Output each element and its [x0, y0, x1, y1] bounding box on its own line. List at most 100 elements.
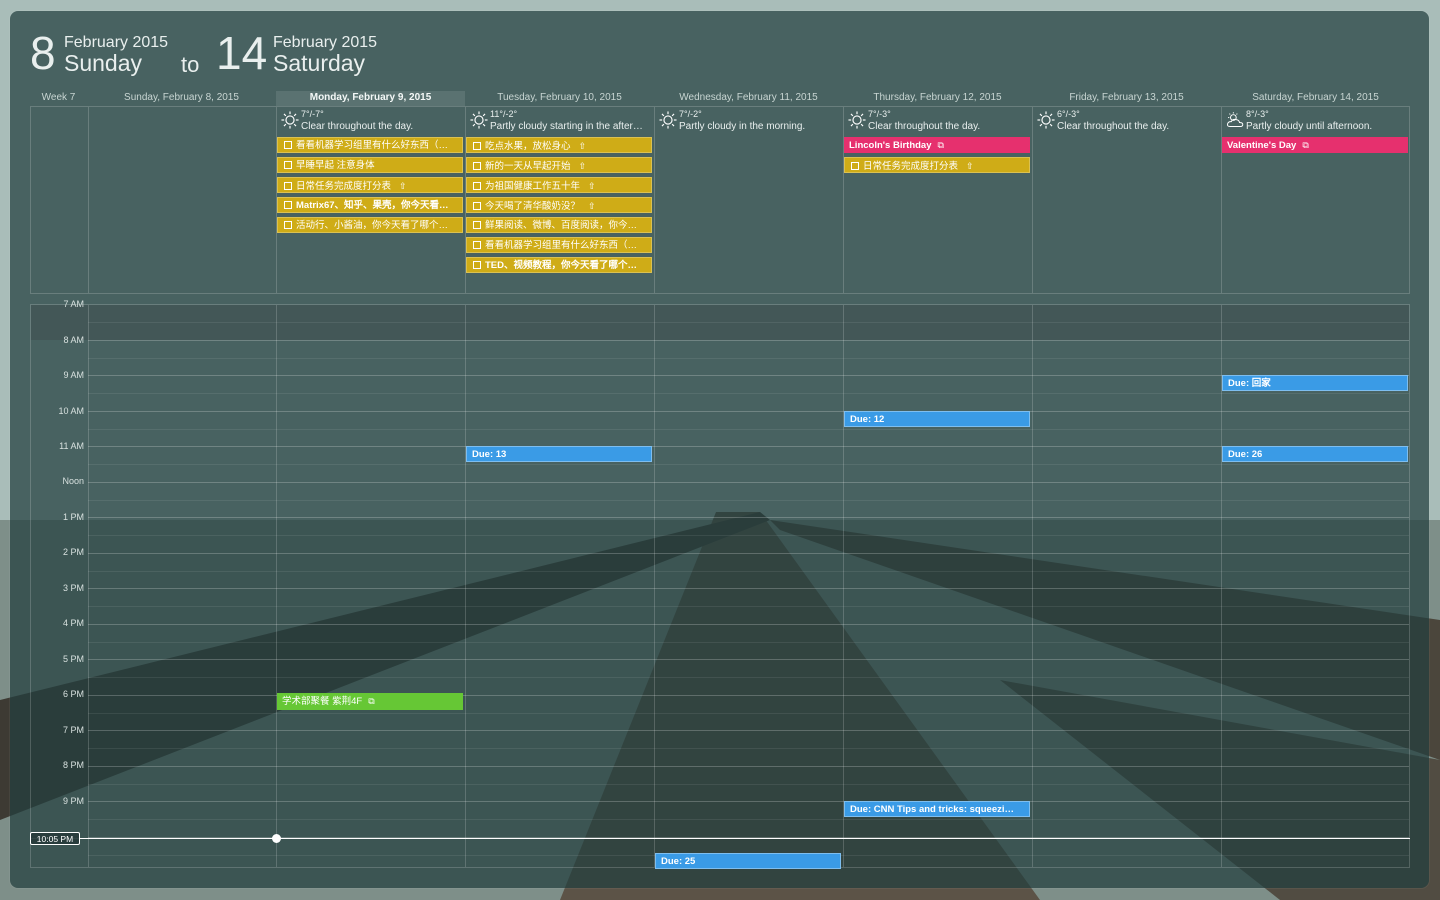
time-label: Noon — [62, 476, 84, 486]
partly-cloudy-icon — [1226, 112, 1244, 128]
task-item[interactable]: TED、视频教程，你今天看了哪个… — [466, 257, 652, 273]
start-day-number: 8 — [30, 27, 56, 79]
time-label: 7 PM — [62, 725, 84, 735]
recurring-icon: ⇧ — [588, 181, 596, 191]
checkbox-icon[interactable] — [473, 241, 481, 249]
day-header-thursday[interactable]: Thursday, February 12, 2015 — [843, 91, 1032, 106]
copy-icon: ⧉ — [1302, 140, 1309, 150]
copy-icon: ⧉ — [937, 140, 944, 150]
time-label: 4 PM — [62, 618, 84, 628]
copy-icon: ⧉ — [368, 696, 375, 706]
due-event[interactable]: Due: 12 — [844, 411, 1030, 427]
weather-wednesday: 7°/-2° Partly cloudy in the morning. — [655, 108, 841, 134]
checkbox-icon[interactable] — [473, 221, 481, 229]
weather-thursday: 7°/-3° Clear throughout the day. — [844, 108, 1030, 134]
checkbox-icon[interactable] — [851, 162, 859, 170]
weather-temp: 7°/-7° — [301, 109, 324, 119]
checkbox-icon[interactable] — [284, 221, 292, 229]
task-item[interactable]: Matrix67、知乎、果壳，你今天看… — [277, 197, 463, 213]
checkbox-icon[interactable] — [473, 142, 481, 150]
task-item[interactable]: 鲜果阅读、微博、百度阅读，你今… — [466, 217, 652, 233]
recurring-icon: ⇧ — [588, 201, 596, 211]
due-event[interactable]: Due: 26 — [1222, 446, 1408, 462]
current-time-dot — [272, 834, 281, 843]
task-item[interactable]: 新的一天从早起开始 ⇧ — [466, 157, 652, 173]
checkbox-icon[interactable] — [284, 141, 292, 149]
task-item[interactable]: 看看机器学习组里有什么好东西（… — [466, 237, 652, 253]
event-valentines-day[interactable]: Valentine's Day ⧉ — [1222, 137, 1408, 153]
due-event[interactable]: Due: 回家 — [1222, 375, 1408, 391]
time-label: 3 PM — [62, 583, 84, 593]
event-dinner[interactable]: 学术部聚餐 紫荆4F ⧉ — [277, 693, 463, 710]
weather-desc: Partly cloudy until afternoon. — [1246, 121, 1373, 132]
time-label: 9 PM — [62, 796, 84, 806]
day-header-saturday[interactable]: Saturday, February 14, 2015 — [1221, 91, 1410, 106]
time-label: 5 PM — [62, 654, 84, 664]
task-item[interactable]: 看看机器学习组里有什么好东西（… — [277, 137, 463, 153]
checkbox-icon[interactable] — [284, 201, 292, 209]
weather-desc: Partly cloudy in the morning. — [679, 121, 806, 132]
current-time-line — [30, 838, 1410, 839]
weather-desc: Clear throughout the day. — [1057, 121, 1170, 132]
checkbox-icon[interactable] — [473, 182, 481, 190]
task-item[interactable]: 日常任务完成度打分表 ⇧ — [844, 157, 1030, 173]
time-label: 8 PM — [62, 760, 84, 770]
range-to-label: to — [181, 52, 200, 77]
checkbox-icon[interactable] — [284, 182, 292, 190]
task-item[interactable]: 活动行、小酱油，你今天看了哪个… — [277, 217, 463, 233]
day-header-wednesday[interactable]: Wednesday, February 11, 2015 — [654, 91, 843, 106]
weather-saturday: 8°/-3° Partly cloudy until afternoon. — [1222, 108, 1408, 134]
start-weekday: Sunday — [64, 50, 143, 76]
time-label: 7 AM — [63, 299, 84, 309]
sun-icon — [848, 111, 866, 129]
weather-tuesday: 11°/-2° Partly cloudy starting in the af… — [466, 108, 652, 134]
time-label: 10 AM — [58, 406, 84, 416]
recurring-icon: ⇧ — [578, 161, 587, 171]
time-label: 6 PM — [62, 689, 84, 699]
task-item[interactable]: 吃点水果，放松身心 ⇧ — [466, 137, 652, 153]
weather-desc: Partly cloudy starting in the after… — [490, 121, 643, 132]
recurring-icon: ⇧ — [578, 141, 587, 151]
sun-icon — [281, 111, 299, 129]
checkbox-icon[interactable] — [473, 261, 481, 269]
day-header-monday[interactable]: Monday, February 9, 2015 — [276, 91, 465, 106]
checkbox-icon[interactable] — [473, 202, 481, 210]
task-item[interactable]: 日常任务完成度打分表 ⇧ — [277, 177, 463, 193]
weather-temp: 7°/-2° — [679, 109, 702, 119]
weather-temp: 8°/-3° — [1246, 109, 1269, 119]
time-label: 1 PM — [62, 512, 84, 522]
day-header-tuesday[interactable]: Tuesday, February 10, 2015 — [465, 91, 654, 106]
end-weekday: Saturday — [273, 50, 366, 76]
recurring-icon: ⇧ — [399, 181, 407, 191]
recurring-icon: ⇧ — [966, 161, 974, 171]
task-item[interactable]: 早睡早起 注意身体 — [277, 157, 463, 173]
due-event[interactable]: Due: 25 — [655, 853, 841, 869]
day-header-friday[interactable]: Friday, February 13, 2015 — [1032, 91, 1221, 106]
weather-temp: 7°/-3° — [868, 109, 891, 119]
sun-icon — [470, 111, 488, 129]
weather-friday: 6°/-3° Clear throughout the day. — [1033, 108, 1219, 134]
checkbox-icon[interactable] — [473, 162, 481, 170]
end-day-number: 14 — [216, 27, 268, 79]
task-item[interactable]: 为祖国健康工作五十年 ⇧ — [466, 177, 652, 193]
all-day-section[interactable] — [30, 106, 1410, 294]
time-grid[interactable] — [30, 304, 1410, 868]
event-lincolns-birthday[interactable]: Lincoln's Birthday ⧉ — [844, 137, 1030, 153]
time-label: 2 PM — [62, 547, 84, 557]
time-label: 11 AM — [59, 441, 84, 451]
week-number-label: Week 7 — [41, 92, 76, 103]
weather-temp: 6°/-3° — [1057, 109, 1080, 119]
week-range-header: 8 February 2015 Sunday 14 February 2015 … — [30, 30, 390, 80]
sun-icon — [1037, 111, 1055, 129]
weather-desc: Clear throughout the day. — [301, 121, 414, 132]
day-header-sunday[interactable]: Sunday, February 8, 2015 — [87, 91, 276, 106]
task-item[interactable]: 今天喝了清华酸奶没？ ⇧ — [466, 197, 652, 213]
current-time-label: 10:05 PM — [30, 832, 80, 845]
time-label: 9 AM — [63, 370, 84, 380]
checkbox-icon[interactable] — [284, 161, 292, 169]
weather-monday: 7°/-7° Clear throughout the day. — [277, 108, 463, 134]
weather-temp: 11°/-2° — [490, 109, 518, 119]
sun-icon — [659, 111, 677, 129]
due-event[interactable]: Due: CNN Tips and tricks: squeezi… — [844, 801, 1030, 817]
due-event[interactable]: Due: 13 — [466, 446, 652, 462]
